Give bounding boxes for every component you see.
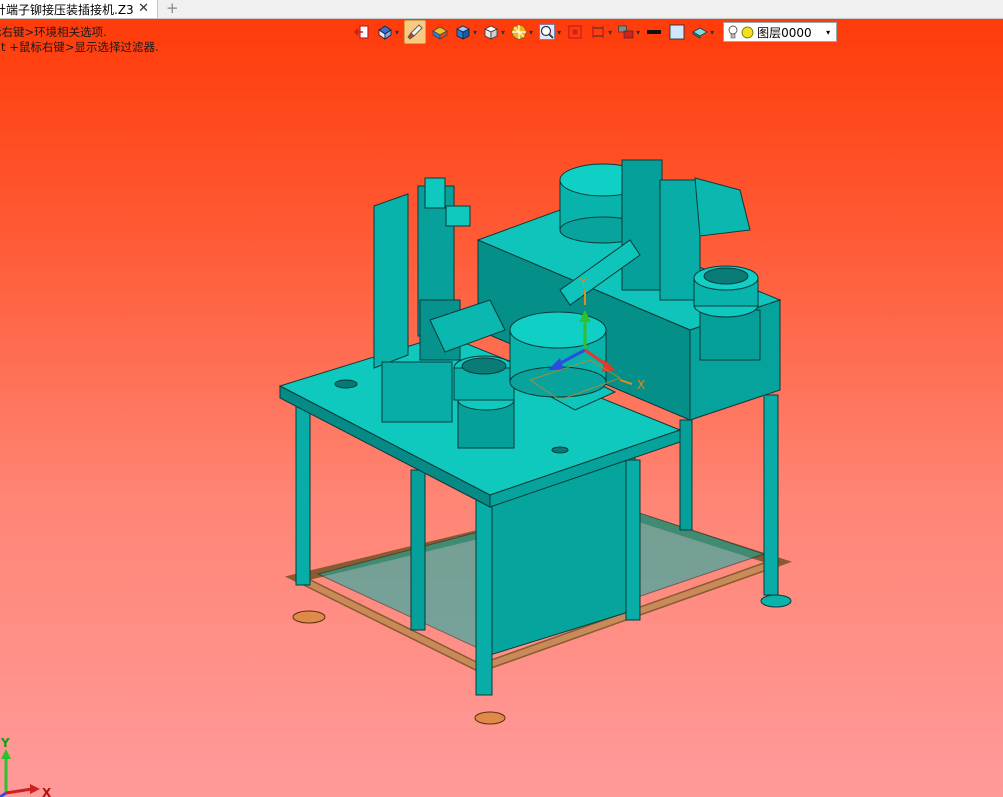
triad-x-label: X bbox=[42, 786, 52, 797]
document-tab[interactable]: 针端子铆接压装插接机.Z3 ✕ bbox=[0, 0, 158, 18]
document-tab-title: 针端子铆接压装插接机.Z3 bbox=[0, 2, 134, 17]
close-tab-icon[interactable]: ✕ bbox=[138, 0, 149, 18]
axis-x-label: X bbox=[637, 378, 645, 392]
front-feeder-bowl bbox=[453, 355, 515, 449]
tab-bar: 针端子铆接压装插接机.Z3 ✕ + bbox=[0, 0, 1003, 19]
3d-viewport[interactable]: 标右键>环境相关选项. Alt +鼠标右键>显示选择过滤器. ▾ ▾ ▾ ▾ ▾… bbox=[0, 19, 1003, 797]
triad-y-label: Y bbox=[0, 736, 10, 750]
model-scene[interactable]: X Y bbox=[0, 19, 1003, 797]
axis-triad: Y X bbox=[0, 736, 52, 797]
add-tab-icon[interactable]: + bbox=[166, 0, 179, 17]
axis-y-label: Y bbox=[579, 276, 587, 289]
rear-feeder-bowl bbox=[693, 265, 761, 361]
